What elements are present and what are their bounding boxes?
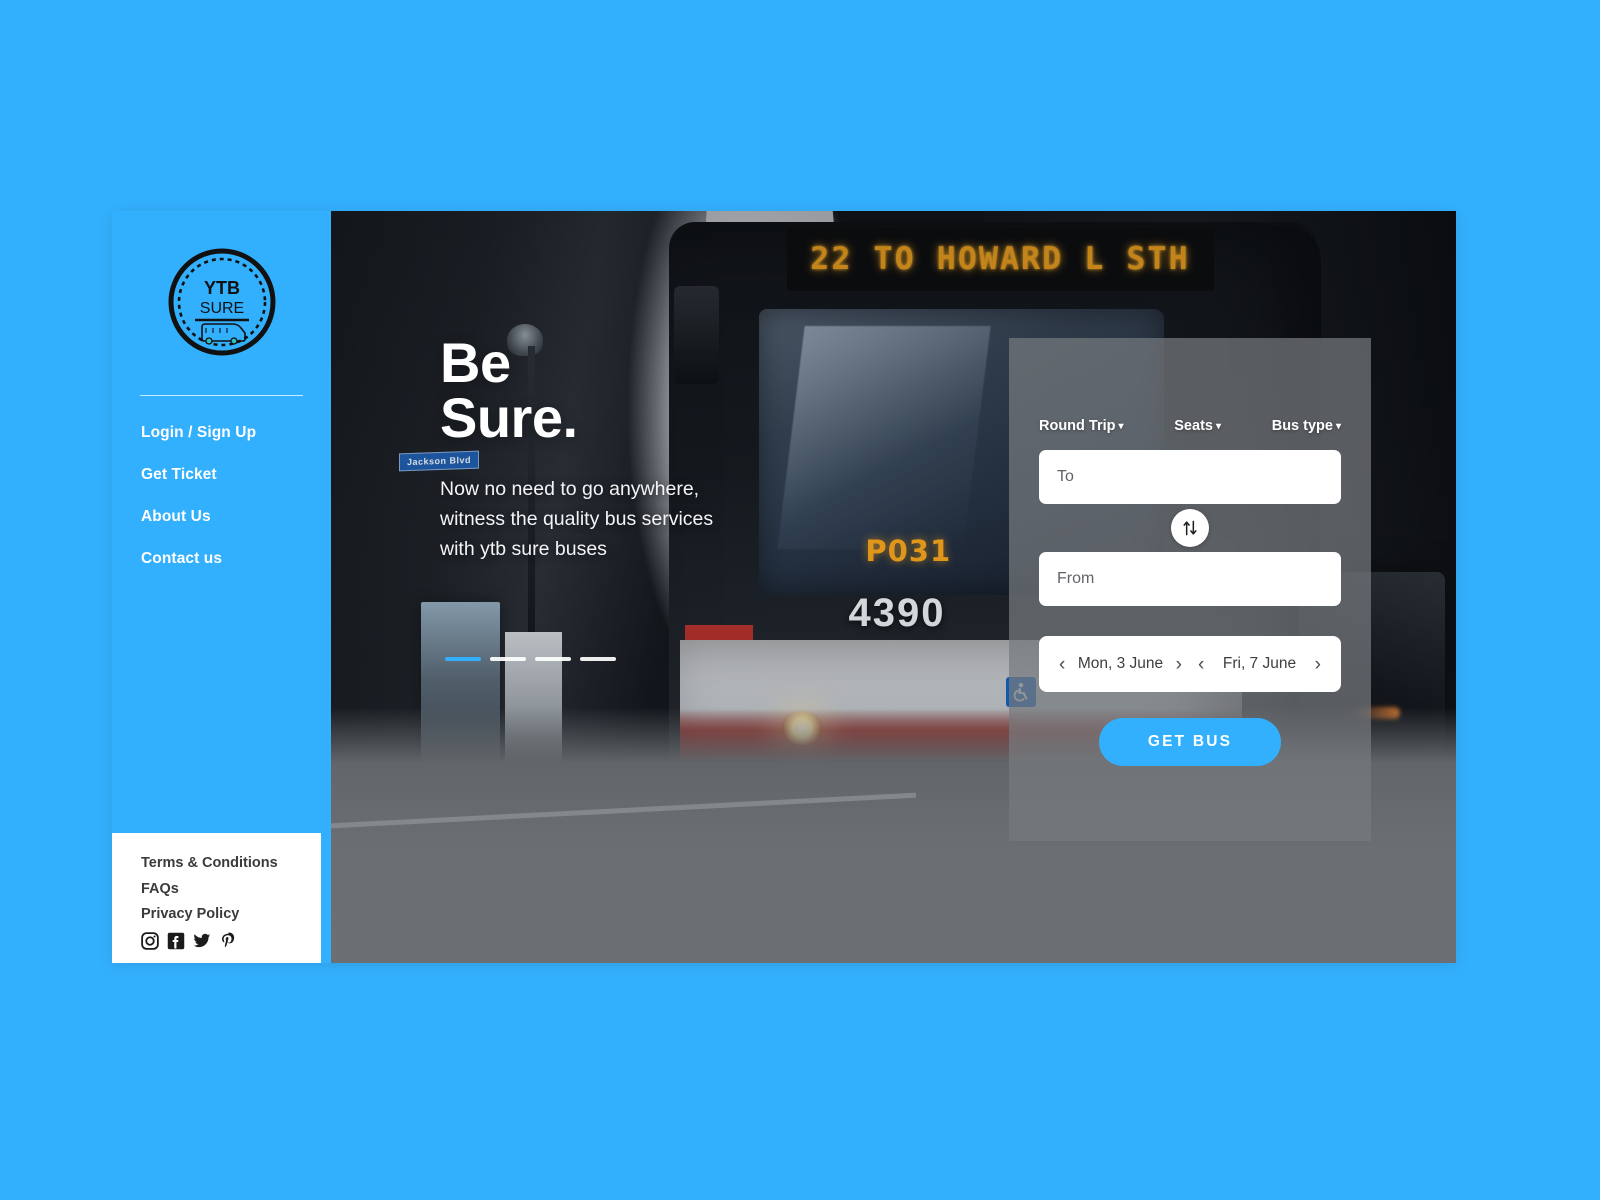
footer-link-privacy[interactable]: Privacy Policy [141, 906, 321, 923]
twitter-icon[interactable] [193, 932, 211, 950]
hero-copy: Be Sure. Now no need to go anywhere, wit… [440, 331, 714, 564]
from-input[interactable] [1039, 552, 1341, 606]
depart-next-button[interactable]: › [1172, 655, 1186, 674]
hero-subtitle: Now no need to go anywhere, witness the … [440, 477, 714, 561]
sidebar-divider [140, 395, 303, 396]
carousel-dash-4[interactable] [580, 657, 616, 661]
sidebar-item-about-us[interactable]: About Us [141, 508, 331, 525]
get-bus-button[interactable]: GET BUS [1099, 718, 1281, 766]
seats-label: Seats [1174, 418, 1213, 434]
logo-line1: YTB [204, 278, 240, 298]
bus-fleet-number: 4390 [848, 590, 946, 635]
chevron-down-icon: ▾ [1215, 421, 1221, 432]
depart-date-cell: ‹ Mon, 3 June › [1051, 655, 1190, 674]
sidebar-item-get-ticket[interactable]: Get Ticket [141, 466, 331, 483]
hero-section: Jackson Blvd 22 TO HOWARD L STH P031 439… [331, 211, 1456, 963]
footer-link-faqs[interactable]: FAQs [141, 881, 321, 898]
instagram-icon[interactable] [141, 932, 159, 950]
destination-text: 22 TO HOWARD L STH [810, 241, 1191, 278]
bus-destination-sign: 22 TO HOWARD L STH [786, 227, 1215, 292]
return-prev-button[interactable]: ‹ [1194, 655, 1208, 674]
app-card: YTB SURE Login / Sign Up Get Ticket Abou… [112, 211, 1456, 963]
bus-route-code: P031 [865, 534, 952, 569]
to-input[interactable] [1039, 450, 1341, 504]
seats-dropdown[interactable]: Seats ▾ [1174, 418, 1221, 434]
swap-vertical-icon [1183, 520, 1197, 536]
chevron-down-icon: ▾ [1335, 421, 1341, 432]
sidebar-item-login-signup[interactable]: Login / Sign Up [141, 424, 331, 441]
carousel-dash-1[interactable] [445, 657, 481, 661]
swap-row [1039, 504, 1341, 552]
depart-date-label[interactable]: Mon, 3 June [1069, 655, 1171, 673]
footer-link-terms[interactable]: Terms & Conditions [141, 855, 321, 872]
return-date-cell: ‹ Fri, 7 June › [1190, 655, 1329, 674]
trip-type-label: Round Trip [1039, 418, 1116, 434]
page-title: Be Sure. [440, 331, 578, 449]
booking-options-row: Round Trip ▾ Seats ▾ Bus type ▾ [1039, 338, 1341, 450]
sidebar: YTB SURE Login / Sign Up Get Ticket Abou… [112, 211, 331, 963]
chevron-down-icon: ▾ [1118, 421, 1124, 432]
sidebar-nav: Login / Sign Up Get Ticket About Us Cont… [112, 424, 331, 567]
brand-logo[interactable]: YTB SURE [166, 246, 278, 358]
swap-locations-button[interactable] [1171, 509, 1209, 547]
facebook-icon[interactable] [167, 932, 185, 950]
sidebar-item-contact-us[interactable]: Contact us [141, 550, 331, 567]
booking-panel: Round Trip ▾ Seats ▾ Bus type ▾ To From … [1009, 338, 1371, 841]
page-root: YTB SURE Login / Sign Up Get Ticket Abou… [0, 0, 1600, 1200]
logo-line2: SURE [199, 300, 243, 317]
carousel-indicator [445, 657, 616, 661]
bus-type-label: Bus type [1271, 418, 1333, 434]
carousel-dash-3[interactable] [535, 657, 571, 661]
bus-icon [200, 323, 246, 345]
carousel-dash-2[interactable] [490, 657, 526, 661]
social-links [141, 932, 321, 950]
bus-type-dropdown[interactable]: Bus type ▾ [1272, 418, 1341, 434]
trip-type-dropdown[interactable]: Round Trip ▾ [1039, 418, 1124, 434]
return-date-label[interactable]: Fri, 7 June [1208, 655, 1310, 673]
depart-prev-button[interactable]: ‹ [1055, 655, 1069, 674]
pinterest-icon[interactable] [219, 932, 237, 950]
sidebar-footer: Terms & Conditions FAQs Privacy Policy [112, 833, 321, 963]
return-next-button[interactable]: › [1311, 655, 1325, 674]
date-range-picker: ‹ Mon, 3 June › ‹ Fri, 7 June › [1039, 636, 1341, 692]
